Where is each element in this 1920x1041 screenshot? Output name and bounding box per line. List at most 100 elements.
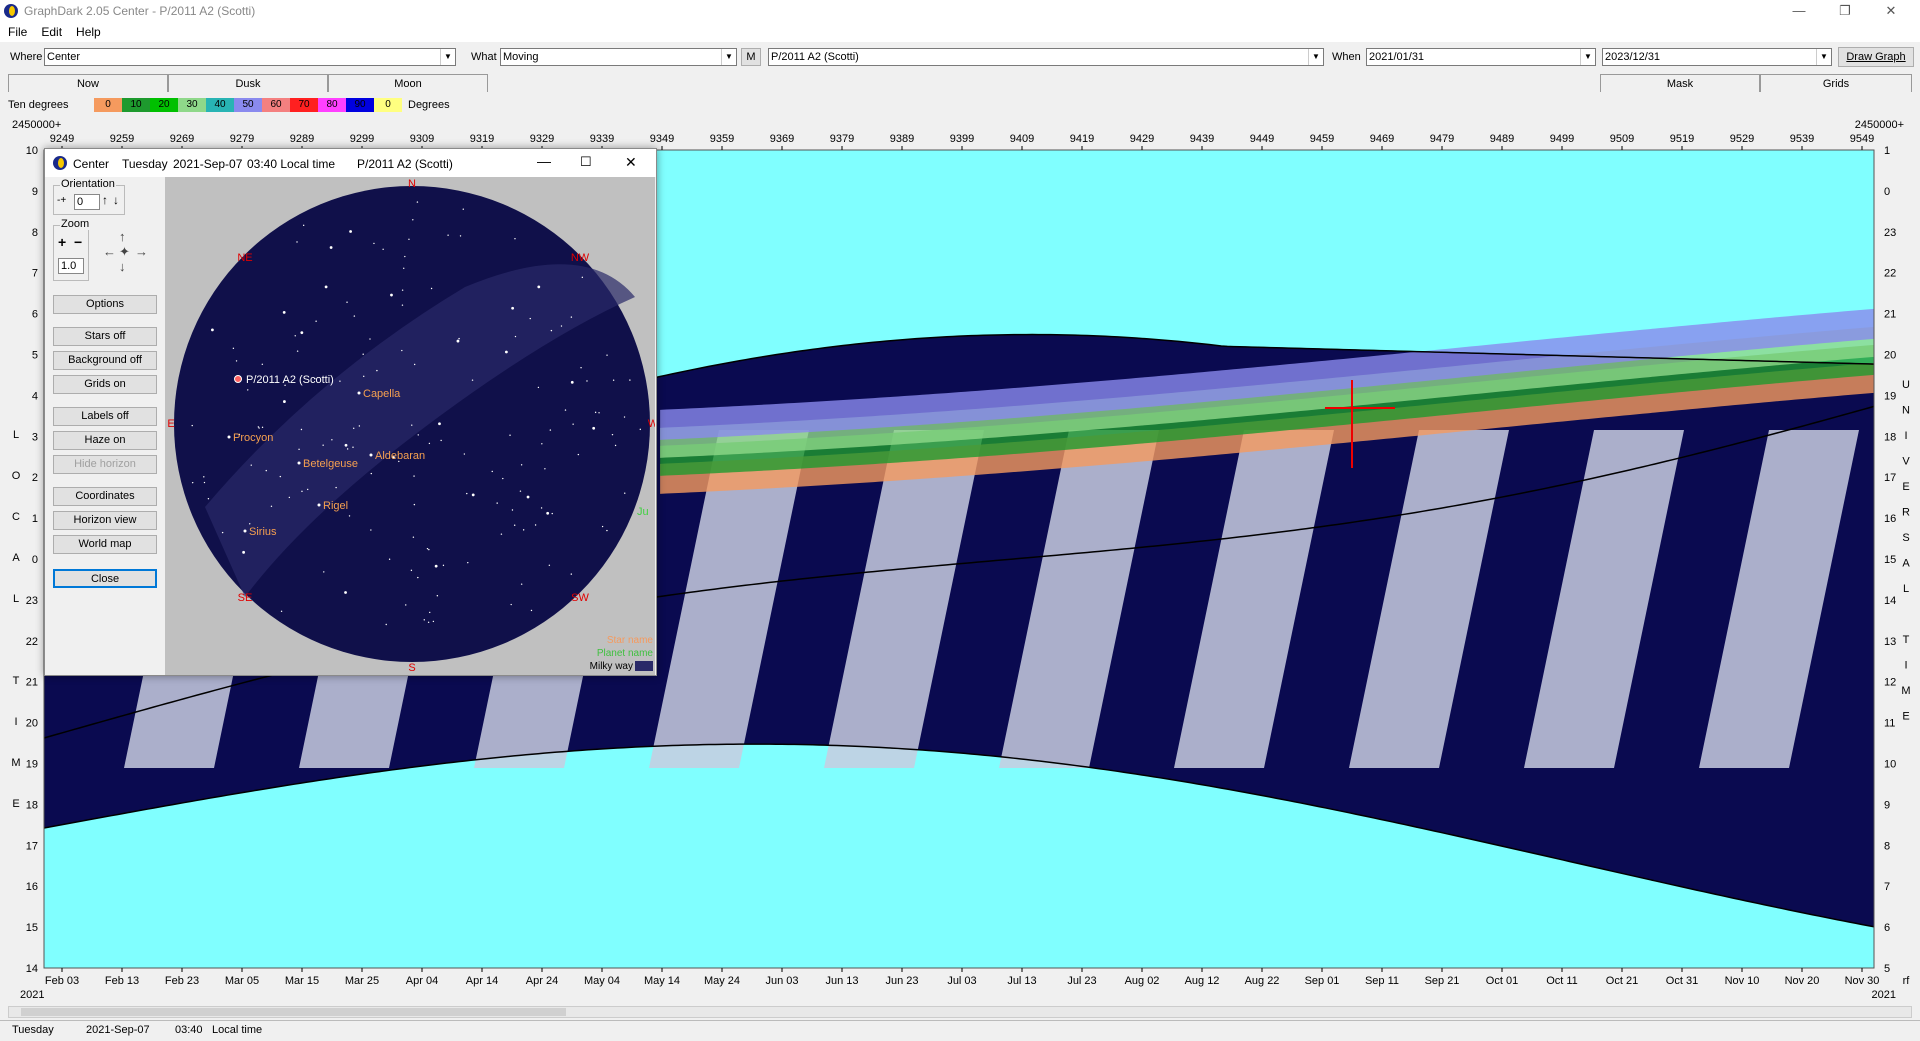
star-dot	[537, 285, 541, 289]
tab-dusk[interactable]: Dusk	[168, 74, 328, 92]
tab-moon[interactable]: Moon	[328, 74, 488, 92]
date-tick-label: Jul 23	[1067, 975, 1096, 987]
ut-hour-label: 5	[1884, 963, 1890, 975]
minimize-button[interactable]: —	[1776, 0, 1822, 22]
date-tick-label: Oct 01	[1486, 975, 1518, 987]
menu-file[interactable]: File	[8, 25, 27, 39]
star-dot	[500, 533, 503, 535]
chevron-down-icon[interactable]: ▼	[1308, 49, 1323, 65]
horizontal-scrollbar[interactable]	[8, 1006, 1912, 1018]
ut-hour-label: 10	[1884, 759, 1896, 771]
orientation-input[interactable]: 0	[74, 194, 100, 210]
when-start-select[interactable]: 2021/01/31 ▼	[1366, 48, 1596, 66]
star-dot	[370, 529, 372, 531]
star-dot	[611, 433, 614, 436]
star-dot	[388, 558, 391, 560]
orientation-minus-icon[interactable]: -+	[57, 195, 66, 206]
star-dot	[629, 379, 631, 381]
pan-right-icon[interactable]: →	[135, 244, 148, 259]
compass-se: SE	[238, 592, 253, 604]
star-dot	[447, 234, 449, 236]
options-button[interactable]: Options	[53, 295, 157, 314]
what-label: What	[471, 51, 497, 63]
chevron-down-icon[interactable]: ▼	[1816, 49, 1831, 65]
when-end-select[interactable]: 2023/12/31 ▼	[1602, 48, 1832, 66]
arrow-up-icon[interactable]: ↑	[102, 193, 108, 207]
star-dot	[191, 424, 193, 427]
compass-n: N	[408, 178, 416, 190]
dialog-maximize-button[interactable]: ☐	[580, 154, 592, 170]
left-axis-letter: C	[12, 511, 20, 523]
grids-on-button[interactable]: Grids on	[53, 375, 157, 394]
legend-swatch: 70	[290, 98, 318, 112]
compass-e: E	[167, 418, 174, 430]
pan-center-icon[interactable]: ✦	[119, 244, 130, 260]
right-axis-letter: I	[1904, 660, 1907, 672]
ut-hour-label: 17	[1884, 472, 1896, 484]
scroll-thumb[interactable]	[21, 1008, 566, 1016]
named-star-dot	[297, 461, 301, 465]
jd-prefix-left: 2450000+	[12, 119, 61, 131]
object-select[interactable]: P/2011 A2 (Scotti) ▼	[768, 48, 1324, 66]
star-dot	[426, 547, 429, 550]
close-button[interactable]: ✕	[1868, 0, 1914, 22]
sky-map[interactable]: N S E W NE NW SE SW P/2011 A2 (Scotti) Capella Pro…	[165, 177, 659, 675]
star-dot	[232, 347, 235, 350]
menu-help[interactable]: Help	[76, 25, 101, 39]
legend-swatch: 50	[234, 98, 262, 112]
star-dot	[537, 386, 540, 389]
zoom-in-icon[interactable]: +	[58, 234, 66, 250]
left-axis-letter: E	[12, 798, 19, 810]
ut-hour-label: 16	[1884, 513, 1896, 525]
horizon-view-button[interactable]: Horizon view	[53, 511, 157, 530]
draw-graph-button[interactable]: Draw Graph	[1838, 47, 1914, 67]
star-dot	[250, 464, 252, 466]
star-dot	[496, 502, 498, 504]
where-value: Center	[47, 51, 81, 63]
chevron-down-icon[interactable]: ▼	[1580, 49, 1595, 65]
legend-swatch: 10	[122, 98, 150, 112]
close-dialog-button[interactable]: Close	[53, 569, 157, 588]
jd-tick-label: 9379	[830, 133, 854, 145]
status-tz: Local time	[212, 1024, 263, 1036]
pan-left-icon[interactable]: ←	[103, 244, 116, 259]
legend-unit: Degrees	[408, 99, 450, 111]
coordinates-button[interactable]: Coordinates	[53, 487, 157, 506]
where-label: Where	[10, 51, 43, 63]
tab-mask[interactable]: Mask	[1600, 74, 1760, 92]
chevron-down-icon[interactable]: ▼	[440, 49, 455, 65]
haze-on-button[interactable]: Haze on	[53, 431, 157, 450]
dialog-close-button[interactable]: ✕	[625, 154, 637, 171]
what-select[interactable]: Moving ▼	[500, 48, 737, 66]
background-off-button[interactable]: Background off	[53, 351, 157, 370]
arrow-down-icon[interactable]: ↓	[113, 193, 119, 207]
star-name-label: Betelgeuse	[303, 458, 358, 470]
local-hour-label: 8	[32, 227, 38, 239]
star-dot	[362, 353, 364, 355]
star-dot	[510, 603, 512, 606]
chevron-down-icon[interactable]: ▼	[721, 49, 736, 65]
maximize-button[interactable]: ❐	[1822, 0, 1868, 22]
where-select[interactable]: Center ▼	[44, 48, 456, 66]
star-dot	[207, 498, 210, 500]
star-dot	[323, 571, 325, 573]
compass-w: W	[648, 418, 655, 430]
stars-off-button[interactable]: Stars off	[53, 327, 157, 346]
m-button[interactable]: M	[741, 48, 761, 66]
tab-now[interactable]: Now	[8, 74, 168, 92]
zoom-input[interactable]: 1.0	[58, 258, 84, 274]
pan-up-icon[interactable]: ↑	[119, 229, 126, 244]
pan-arrows[interactable]: ↑ ← ✦ → ↓	[101, 229, 151, 279]
menu-edit[interactable]: Edit	[41, 25, 62, 39]
hide-horizon-button[interactable]: Hide horizon	[53, 455, 157, 474]
pan-down-icon[interactable]: ↓	[119, 259, 126, 274]
labels-off-button[interactable]: Labels off	[53, 407, 157, 426]
jd-tick-label: 9299	[350, 133, 374, 145]
tab-grids[interactable]: Grids	[1760, 74, 1912, 92]
world-map-button[interactable]: World map	[53, 535, 157, 554]
zoom-out-icon[interactable]: −	[74, 234, 82, 250]
date-tick-label: Oct 11	[1546, 975, 1578, 987]
dialog-minimize-button[interactable]: —	[537, 153, 551, 169]
jd-tick-label: 9359	[710, 133, 734, 145]
compass-sw: SW	[571, 592, 589, 604]
